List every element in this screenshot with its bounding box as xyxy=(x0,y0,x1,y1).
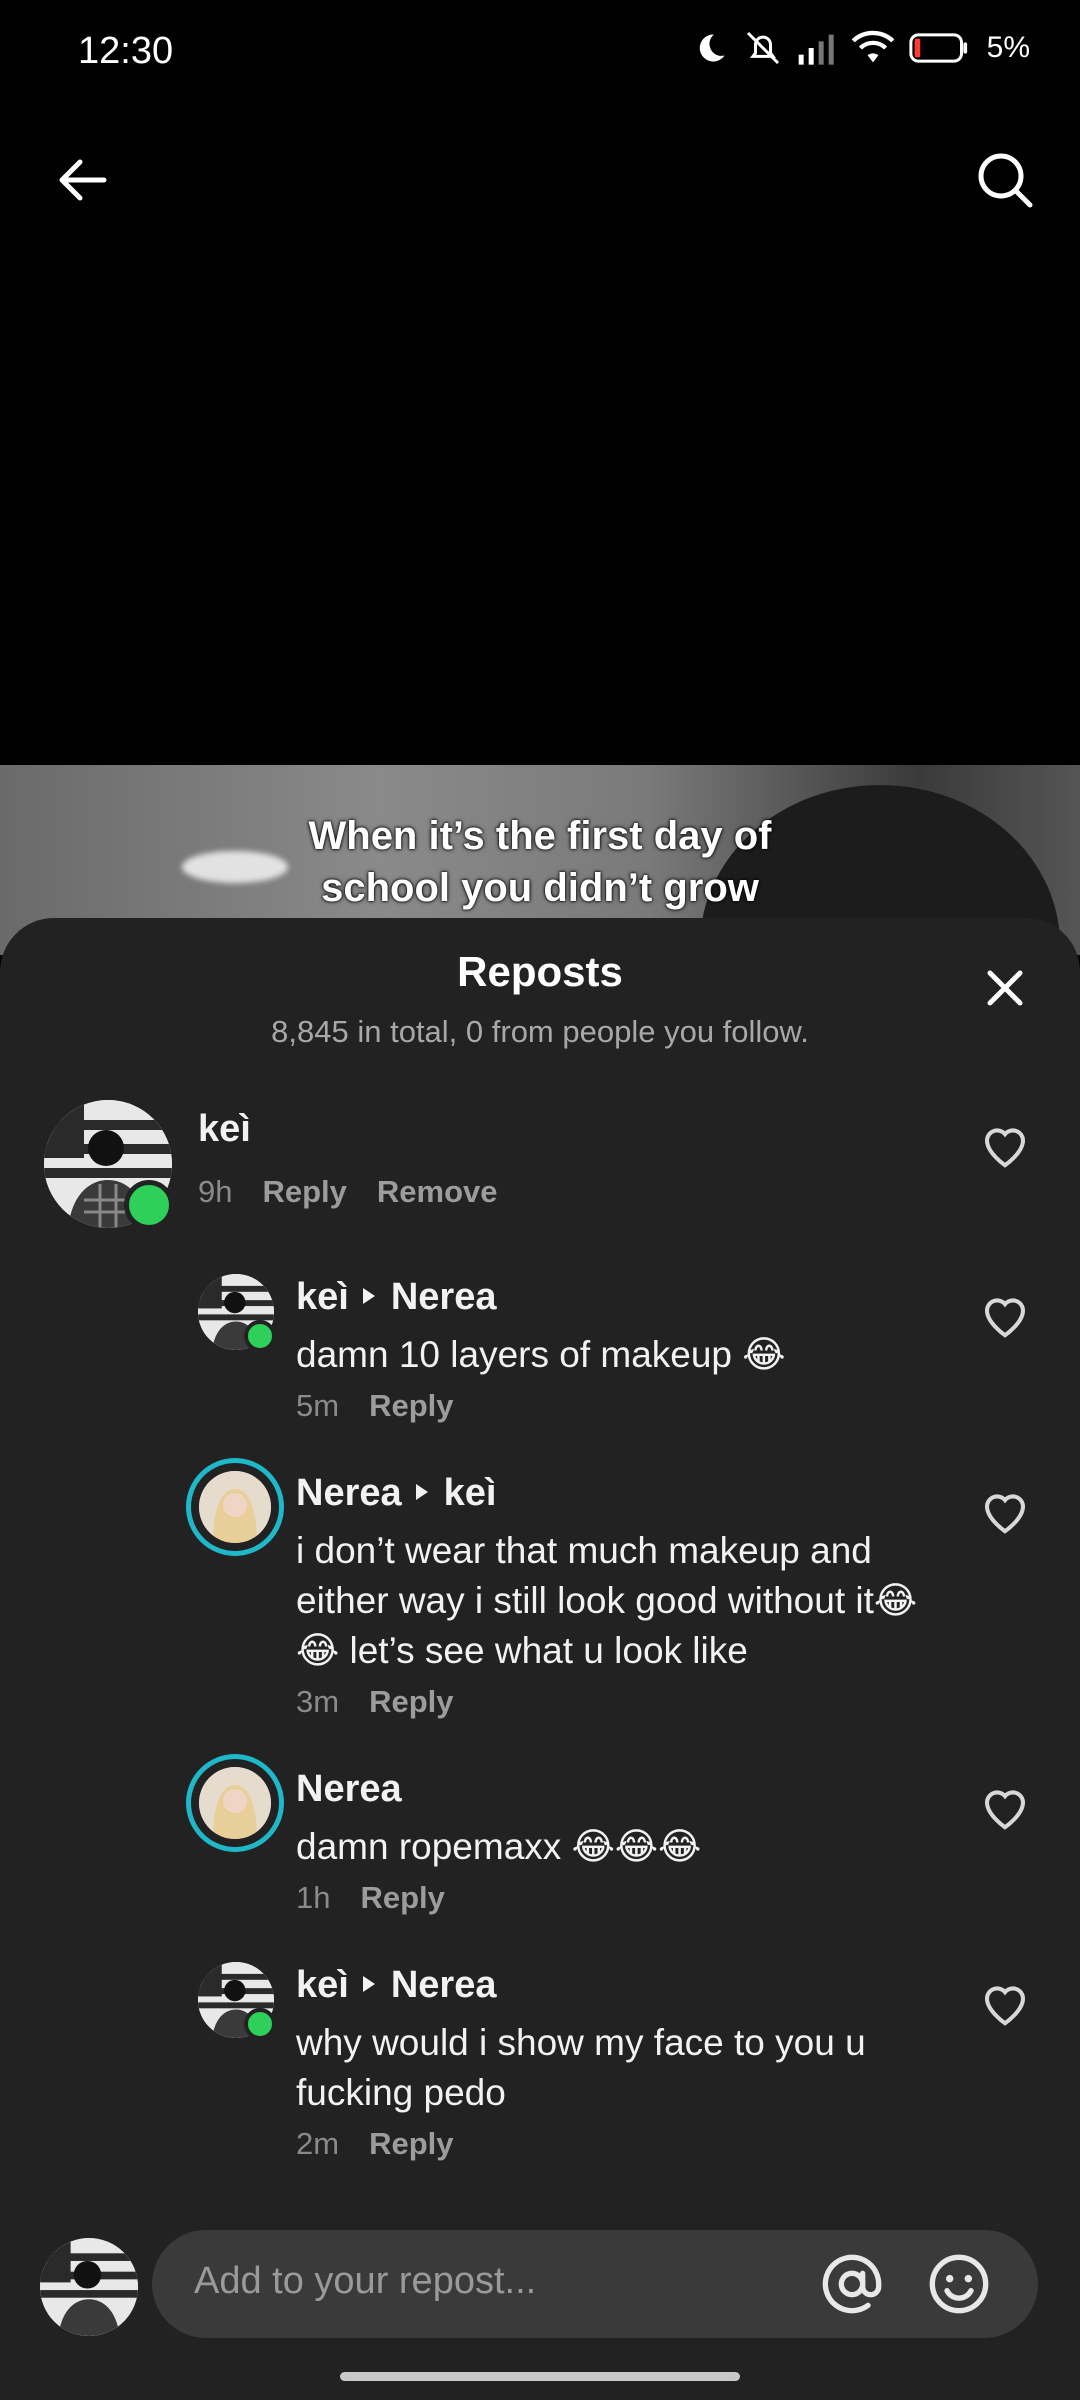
back-arrow-icon xyxy=(59,159,107,201)
comment-to: keì xyxy=(443,1472,497,1514)
online-indicator xyxy=(244,2008,276,2040)
sheet-subtitle: 8,845 in total, 0 from people you follow… xyxy=(271,1014,809,1049)
back-button[interactable] xyxy=(48,145,118,215)
current-user-avatar xyxy=(40,2238,138,2336)
heart-icon[interactable] xyxy=(978,1976,1032,2030)
online-indicator xyxy=(124,1180,174,1230)
reposts-sheet: Reposts 8,845 in total, 0 from people yo… xyxy=(0,918,1080,2400)
comment-meta: 1h Reply xyxy=(296,1880,445,1916)
comment-author[interactable]: Nerea keì xyxy=(296,1472,496,1515)
reply-arrow-icon xyxy=(362,1976,375,1993)
avatar[interactable] xyxy=(199,1471,271,1543)
mute-icon xyxy=(746,31,779,65)
avatar[interactable] xyxy=(199,1767,271,1839)
wifi-icon xyxy=(851,30,894,63)
comment-text: damn ropemaxx 😂😂😂 xyxy=(296,1826,702,1867)
heart-icon[interactable] xyxy=(978,1118,1032,1172)
comment-text: i don’t wear that much makeup and either… xyxy=(296,1530,918,1671)
comment-to: Nerea xyxy=(390,1276,497,1318)
reply-arrow-icon xyxy=(415,1484,428,1501)
close-button[interactable] xyxy=(982,965,1028,1011)
search-icon xyxy=(978,153,1033,208)
repost-input[interactable]: Add to your repost... xyxy=(152,2230,1038,2338)
reply-arrow-icon xyxy=(362,1288,375,1305)
video-caption-line1: When it’s the first day of xyxy=(308,814,772,858)
video-caption-line2: school you didn’t grow xyxy=(321,866,759,910)
comment-time: 5m xyxy=(296,1388,340,1423)
repost-meta: 9h Reply Remove xyxy=(198,1174,498,1210)
remove-button[interactable]: Remove xyxy=(377,1174,498,1209)
comment-meta: 5m Reply xyxy=(296,1388,454,1424)
online-indicator xyxy=(244,1320,276,1352)
heart-icon[interactable] xyxy=(978,1780,1032,1834)
reply-button[interactable]: Reply xyxy=(360,1880,444,1915)
reply-button[interactable]: Reply xyxy=(369,1684,453,1719)
comment-meta: 3m Reply xyxy=(296,1684,454,1720)
comment-text: why would i show my face to you u fuckin… xyxy=(296,2022,866,2113)
repost-user-name[interactable]: keì xyxy=(198,1108,251,1151)
home-indicator[interactable] xyxy=(340,2372,740,2381)
battery-icon xyxy=(909,33,967,63)
comment-author[interactable]: keì Nerea xyxy=(296,1964,496,2007)
comment-text: damn 10 layers of makeup 😂 xyxy=(296,1334,786,1375)
emoji-icon[interactable] xyxy=(927,2252,991,2316)
comment-meta: 2m Reply xyxy=(296,2126,454,2162)
battery-percent: 5% xyxy=(986,31,1030,64)
video-caption: When it’s the first day of school you di… xyxy=(0,810,1080,914)
comment-time: 1h xyxy=(296,1880,331,1915)
heart-icon[interactable] xyxy=(978,1288,1032,1342)
reply-button[interactable]: Reply xyxy=(369,2126,453,2161)
heart-icon[interactable] xyxy=(978,1484,1032,1538)
comment-to: Nerea xyxy=(390,1964,497,2006)
reply-button[interactable]: Reply xyxy=(369,1388,453,1423)
sheet-title: Reposts xyxy=(457,948,623,995)
repost-input-placeholder: Add to your repost... xyxy=(194,2260,537,2302)
moon-icon xyxy=(699,34,725,62)
comment-from: Nerea xyxy=(296,1768,402,1810)
signal-icon xyxy=(798,34,834,65)
status-bar: 12:30 5% xyxy=(0,0,1080,100)
at-icon[interactable] xyxy=(820,2252,884,2316)
comment-time: 3m xyxy=(296,1684,340,1719)
comment-author[interactable]: keì Nerea xyxy=(296,1276,496,1319)
comment-from: Nerea xyxy=(296,1472,402,1514)
search-button[interactable] xyxy=(970,145,1040,215)
close-icon xyxy=(987,970,1023,1006)
comment-from: keì xyxy=(296,1964,349,2006)
repost-time: 9h xyxy=(198,1174,233,1209)
status-icons: 5% xyxy=(693,28,1030,68)
comment-time: 2m xyxy=(296,2126,340,2161)
reply-button[interactable]: Reply xyxy=(262,1174,346,1209)
comment-from: keì xyxy=(296,1276,349,1318)
status-time: 12:30 xyxy=(78,30,174,72)
comment-author[interactable]: Nerea xyxy=(296,1768,402,1811)
